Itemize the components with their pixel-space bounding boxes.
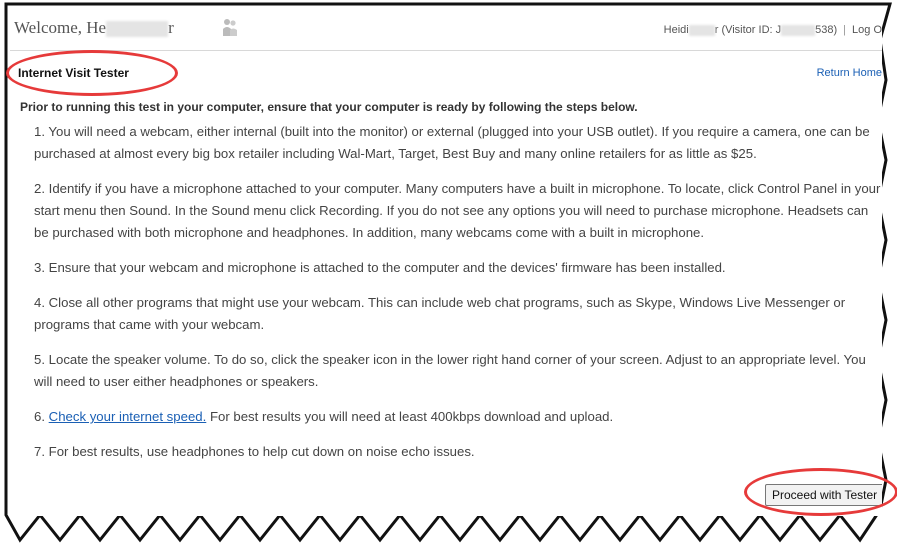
step-4: 4. Close all other programs that might u…: [34, 295, 846, 332]
intro-text: Prior to running this test in your compu…: [20, 100, 638, 114]
step-5: 5. Locate the speaker volume. To do so, …: [34, 352, 866, 389]
logout-link[interactable]: Log O: [852, 24, 882, 36]
step-6-prefix: 6.: [34, 409, 49, 424]
page-content: Welcome, He r Heidi r (Visitor ID: J 538) | L…: [10, 8, 882, 516]
redacted-name: [106, 21, 169, 38]
redacted-surname: [688, 24, 715, 36]
title-row: Internet Visit Tester Return Home: [10, 52, 882, 92]
proceed-with-tester-button[interactable]: Proceed with Tester: [765, 484, 882, 506]
user-info: Heidi r (Visitor ID: J 538) | Log O: [664, 24, 882, 36]
step-1: 1. You will need a webcam, either intern…: [34, 124, 870, 161]
step-6-suffix: For best results you will need at least …: [206, 409, 614, 424]
welcome-prefix: Welcome, He: [14, 18, 107, 37]
user-name: Heidi: [663, 24, 689, 36]
welcome-suffix: r: [168, 18, 174, 37]
header-separator: |: [843, 24, 847, 36]
step-7: 7. For best results, use headphones to h…: [34, 444, 475, 459]
step-3: 3. Ensure that your webcam and microphon…: [34, 260, 726, 275]
visitor-id-prefix: r (Visitor ID: J: [714, 24, 782, 36]
redacted-visitor-id: [781, 24, 816, 36]
step-2: 2. Identify if you have a microphone att…: [34, 181, 881, 240]
page-title: Internet Visit Tester: [18, 66, 129, 80]
step-6: 6. Check your internet speed. For best r…: [34, 406, 882, 428]
steps-list: 1. You will need a webcam, either intern…: [34, 121, 882, 476]
users-icon: [223, 19, 237, 36]
check-internet-speed-link[interactable]: Check your internet speed.: [49, 409, 207, 424]
return-home-link[interactable]: Return Home: [817, 67, 882, 79]
top-header: Welcome, He r Heidi r (Visitor ID: J 538) | L…: [10, 8, 882, 51]
welcome-text: Welcome, He r: [14, 18, 174, 38]
visitor-id-suffix: 538): [815, 24, 838, 36]
